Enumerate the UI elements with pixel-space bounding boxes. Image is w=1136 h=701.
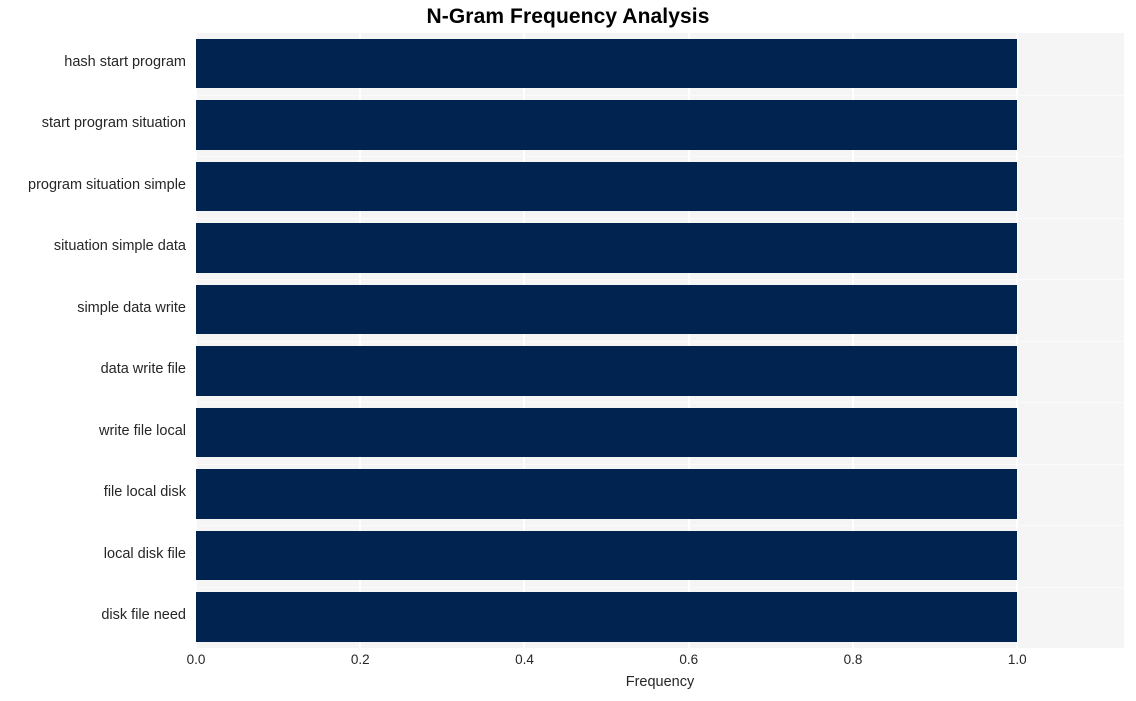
- y-tick-label: local disk file: [103, 545, 186, 562]
- y-tick-label: hash start program: [64, 53, 186, 70]
- y-tick-label: simple data write: [77, 299, 186, 316]
- chart-title: N-Gram Frequency Analysis: [426, 5, 710, 28]
- gridline-horizontal: [196, 341, 1124, 342]
- bar: [196, 407, 1018, 458]
- x-tick-label: 0.4: [515, 652, 534, 667]
- y-tick-label: file local disk: [103, 484, 186, 501]
- x-axis-label: Frequency: [625, 674, 695, 690]
- chart-figure: N-Gram Frequency Analysis hash start pro…: [0, 0, 1136, 701]
- y-axis-tick-labels: hash start program start program situatio…: [0, 33, 186, 648]
- x-tick-label: 0.6: [679, 652, 699, 667]
- x-tick-label: 1.0: [1007, 652, 1027, 667]
- bar: [196, 284, 1018, 335]
- bar: [196, 346, 1018, 396]
- y-tick-label: disk file need: [101, 607, 186, 624]
- bar: [196, 161, 1018, 212]
- gridline-horizontal: [196, 525, 1124, 526]
- gridline-horizontal: [196, 156, 1124, 157]
- bar: [196, 38, 1018, 89]
- gridline-horizontal: [196, 218, 1124, 219]
- bar: [196, 100, 1018, 150]
- x-tick-label: 0.8: [843, 652, 863, 667]
- gridline-horizontal: [196, 279, 1124, 280]
- gridline-horizontal: [196, 95, 1124, 96]
- gridline-horizontal: [196, 402, 1124, 403]
- y-tick-label: data write file: [100, 361, 186, 378]
- bar: [196, 223, 1018, 273]
- x-tick-label: 0.2: [350, 652, 370, 667]
- x-tick-label: 0.0: [186, 652, 206, 667]
- y-tick-label: write file local: [98, 422, 186, 439]
- bar: [196, 469, 1018, 519]
- x-axis-tick-labels: 0.0 0.2 0.4 0.6 0.8 1.0: [0, 652, 1136, 674]
- bar: [196, 530, 1018, 581]
- y-tick-label: situation simple data: [53, 238, 186, 255]
- bar: [196, 592, 1018, 642]
- plot-area: [196, 33, 1124, 648]
- gridline-horizontal: [196, 587, 1124, 588]
- gridline-horizontal: [196, 464, 1124, 465]
- y-tick-label: program situation simple: [28, 176, 186, 193]
- y-tick-label: start program situation: [41, 115, 186, 132]
